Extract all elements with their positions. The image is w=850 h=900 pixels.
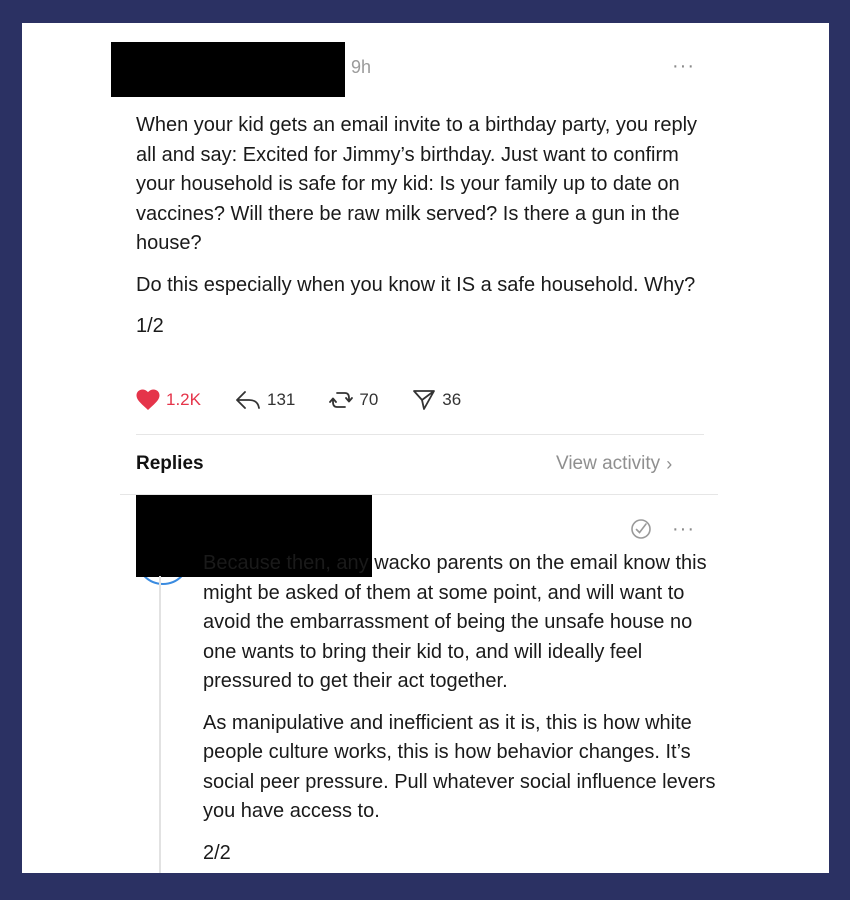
post-paragraph: Do this especially when you know it IS a… [136,273,696,296]
reply-page-indicator: 2/2 [203,841,231,864]
reply-body: Because then, any wacko parents on the e… [203,549,723,873]
share-count: 36 [442,390,462,409]
like-button[interactable]: 1.2K [136,389,201,411]
share-button[interactable]: 36 [412,389,461,411]
view-activity-link[interactable]: View activity › [556,453,672,475]
post-more-icon[interactable]: ··· [672,56,695,76]
reply-count: 131 [266,390,296,409]
repost-button[interactable]: 70 [329,389,378,411]
thread-line [159,576,161,873]
divider [136,434,704,435]
thread-card: 9h ··· When your kid gets an email invit… [22,23,829,873]
post-page-indicator: 1/2 [136,315,164,337]
reply-paragraph: Because then, any wacko parents on the e… [203,552,707,692]
reply-icon [236,391,260,409]
reply-more-icon[interactable]: ··· [672,519,695,539]
heart-icon [136,389,160,410]
like-count: 1.2K [166,390,201,409]
view-activity-label: View activity [556,453,661,474]
reply-button[interactable]: 131 [235,390,295,410]
chevron-right-icon: › [666,453,673,474]
post-timestamp: 9h [351,57,372,77]
post-body: When your kid gets an email invite to a … [136,111,706,354]
repost-icon [329,392,354,408]
redacted-author [111,42,345,97]
send-icon [413,390,436,410]
post-paragraph: When your kid gets an email invite to a … [136,114,698,254]
replies-heading: Replies [136,453,204,474]
post-actions: 1.2K 131 70 36 [136,389,495,411]
repost-count: 70 [359,390,379,409]
checkmark-circle-icon[interactable] [630,518,652,540]
reply-paragraph: As manipulative and inefficient as it is… [203,711,716,823]
